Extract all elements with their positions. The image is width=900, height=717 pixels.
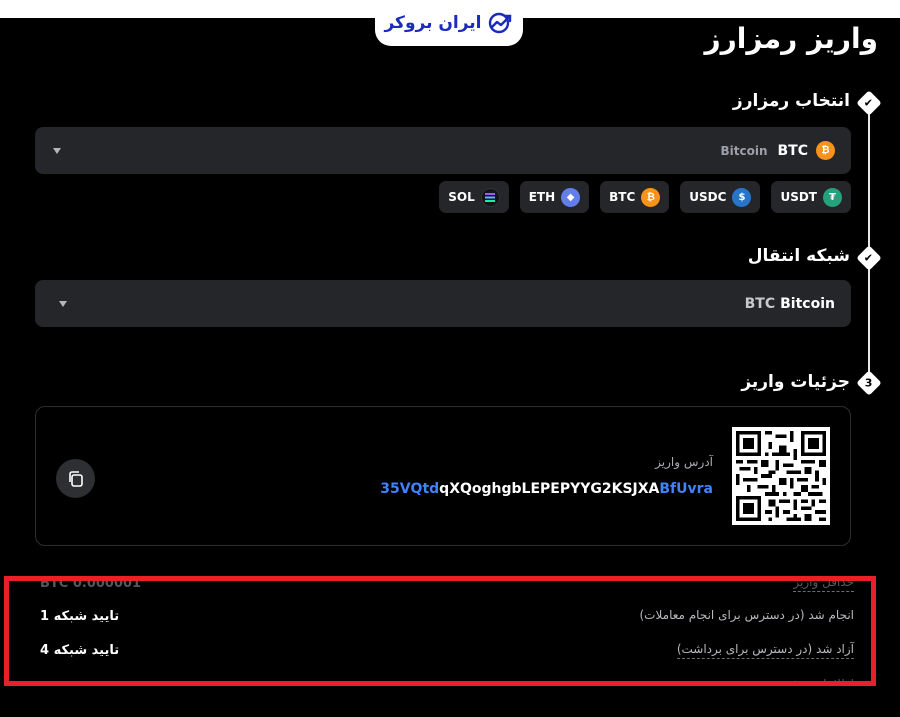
step-1-check-icon: ✔ [856,90,882,116]
chevron-down-icon [53,147,61,154]
deposit-address-card: آدرس واریز 35VQtdqXQoghgbLEPEPYYG2KSJXAB… [35,406,851,546]
chip-usdt[interactable]: USDT ₮ [771,181,851,213]
step-2-title: شبکه انتقال [747,246,850,266]
detail-row-partial: اطلاعات بیشتر [40,677,854,686]
chip-eth[interactable]: ETH ◆ [519,181,590,213]
network-select-name: Bitcoin [780,295,835,312]
qr-code-image [736,431,826,521]
deposit-address[interactable]: 35VQtdqXQoghgbLEPEPYYG2KSJXABfUvra [380,481,713,497]
step-2-check-icon: ✔ [856,245,882,271]
solana-icon [480,187,500,207]
step-3-title: جزئیات واریز [741,372,850,392]
chip-label: USDC [689,190,727,204]
detail-row-trade: 1 تایید شبکه انجام شد (در دسترس برای انج… [40,608,854,624]
chevron-down-icon [59,300,67,307]
trade-confirmations-value: 1 تایید شبکه [40,608,120,624]
min-deposit-label: حداقل واریز [793,581,854,592]
tether-icon: ₮ [823,187,842,207]
withdraw-confirmations-value: 4 تایید شبکه [40,643,120,658]
address-middle: qXQoghgbLEPEPYYG2KSJXA [439,481,660,497]
chip-label: SOL [448,190,475,204]
address-label: آدرس واریز [655,455,713,469]
network-select-code: BTC [744,295,776,312]
steps-timeline [868,103,870,381]
chip-label: USDT [780,190,817,204]
coin-select-code: BTC [777,142,809,159]
chip-sol[interactable]: SOL [439,181,509,213]
bitcoin-icon: ₿ [641,187,661,207]
highlight-frame: BTC 0.000001 حداقل واریز 1 تایید شبکه ان… [4,576,876,686]
trade-confirmations-label[interactable]: انجام شد (در دسترس برای انجام معاملات) [640,608,855,624]
brand-chart-icon [488,12,511,34]
chip-btc[interactable]: BTC ₿ [600,181,670,213]
bitcoin-icon: ₿ [816,141,835,160]
chip-label: ETH [528,190,556,204]
withdraw-confirmations-label[interactable]: آزاد شد (در دسترس برای برداشت) [676,642,854,659]
brand-name: ایران بروکر [384,13,482,33]
detail-row-withdraw: 4 تایید شبکه آزاد شد (در دسترس برای بردا… [40,642,854,659]
detail-row-min-deposit: BTC 0.000001 حداقل واریز [40,576,854,592]
step-1-title: انتخاب رمزارز [732,91,850,111]
usdc-icon: $ [732,187,752,207]
coin-select-name: Bitcoin [720,143,768,158]
ethereum-icon: ◆ [561,187,581,207]
coin-select[interactable]: Bitcoin BTC ₿ [35,127,851,174]
network-select[interactable]: BTC Bitcoin [35,280,851,327]
chip-usdc[interactable]: USDC $ [680,181,761,213]
step-3-number: 3 [856,370,882,396]
address-start: 35VQtd [380,481,440,497]
chip-label: BTC [609,190,636,204]
address-end: BfUvra [659,481,713,497]
partial-row-label: اطلاعات بیشتر [780,677,854,686]
quick-coin-chips: SOL ETH ◆ BTC ₿ USDC $ USDT ₮ [439,181,851,213]
copy-address-button[interactable] [56,459,95,498]
qr-code[interactable] [732,427,830,525]
min-deposit-value: BTC 0.000001 [40,576,142,591]
brand-logo[interactable]: ایران بروکر [375,0,523,46]
copy-icon [68,470,83,487]
page-title: واریز رمزارز [704,22,878,55]
